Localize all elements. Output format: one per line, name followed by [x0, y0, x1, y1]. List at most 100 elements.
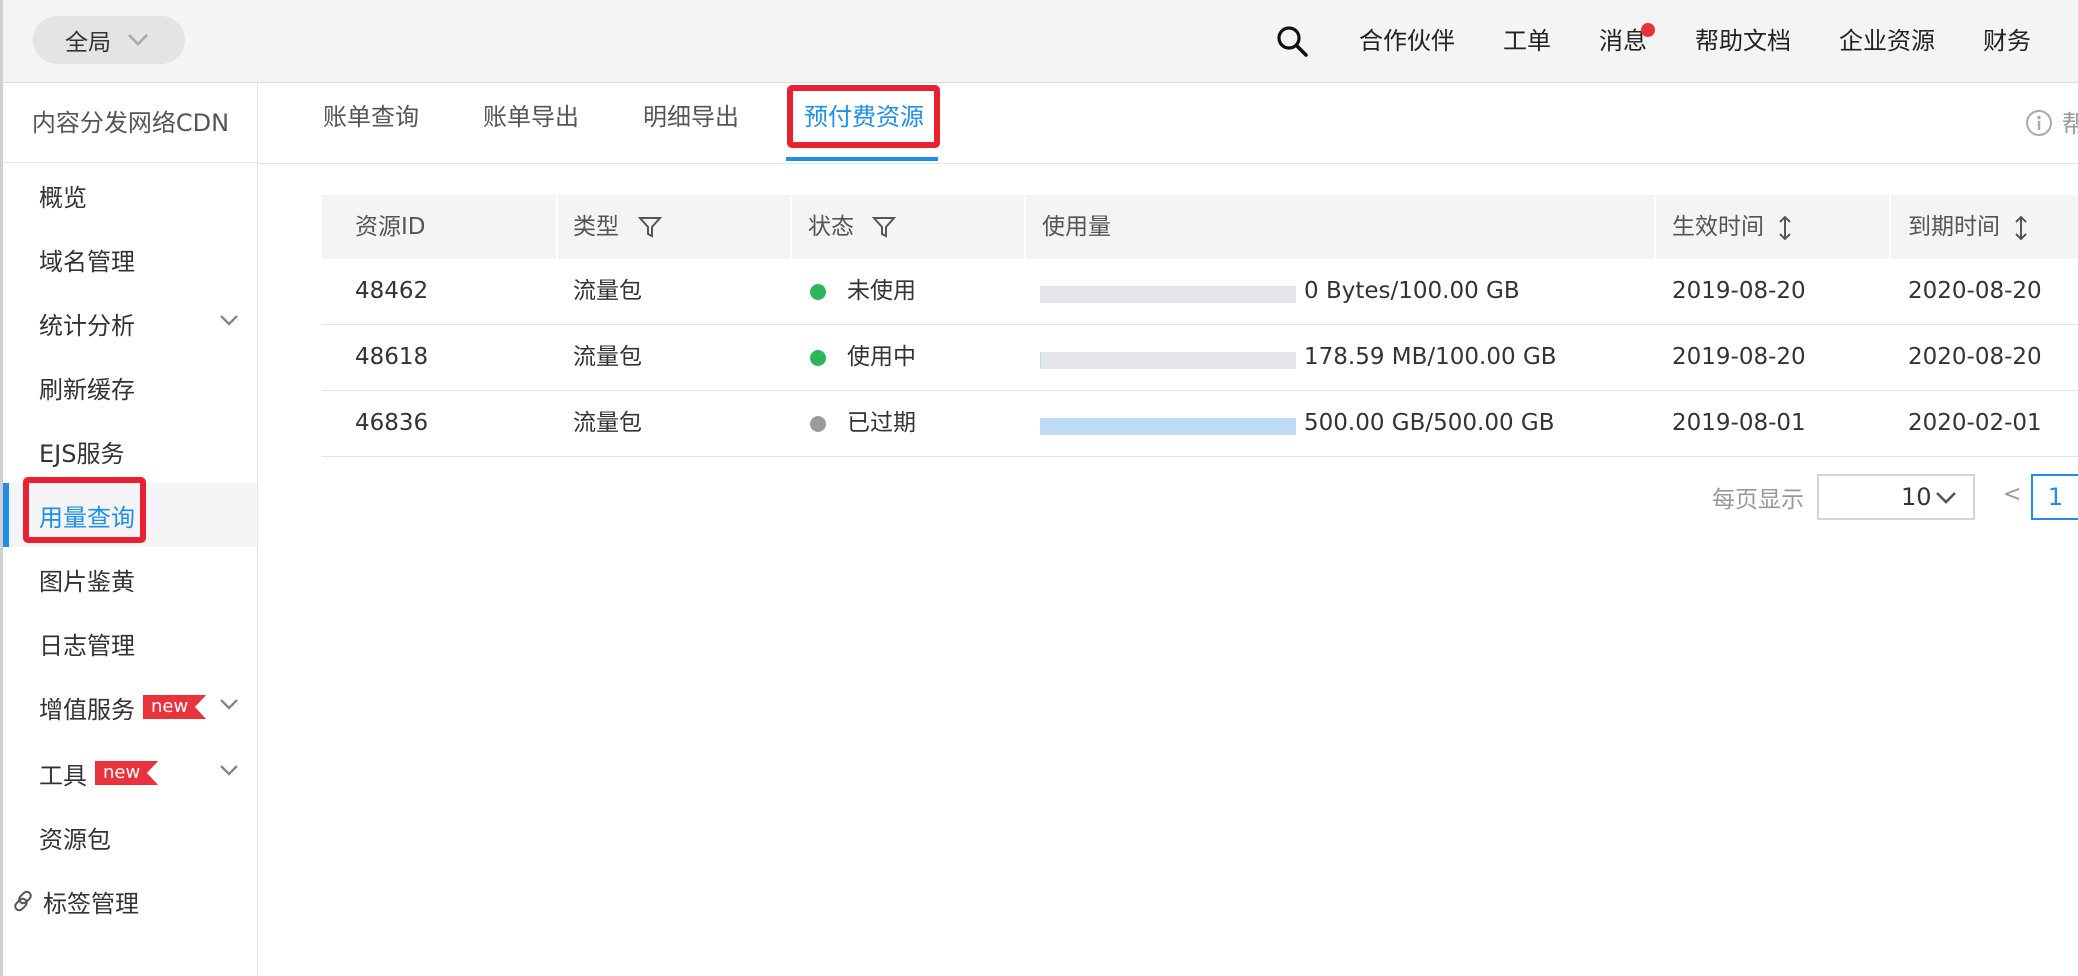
new-badge: new	[143, 695, 207, 719]
info-icon[interactable]	[2025, 109, 2053, 137]
column-header-status: 状态	[808, 214, 854, 240]
sidebar-item-label: 增值服务	[39, 695, 135, 724]
sidebar-item-value-added-services[interactable]: 增值服务 new	[3, 675, 257, 739]
tab-bill-query[interactable]: 账单查询	[323, 83, 419, 163]
tab-bill-export[interactable]: 账单导出	[483, 83, 579, 163]
per-page-label: 每页显示	[1712, 487, 1804, 513]
sort-icon[interactable]	[1778, 215, 1792, 241]
table-row: 48462 流量包 未使用 0 Bytes/100.00 GB 2019-08-…	[322, 259, 2078, 325]
per-page-select[interactable]: 10	[1817, 474, 1975, 520]
chevron-down-icon	[128, 34, 148, 46]
sidebar-item-refresh-cache[interactable]: 刷新缓存	[3, 355, 257, 419]
cell-start-time: 2019-08-01	[1672, 410, 1806, 436]
sidebar-item-ejs-service[interactable]: EJS服务	[3, 419, 257, 483]
nav-help-docs[interactable]: 帮助文档	[1695, 0, 1791, 83]
sort-icon[interactable]	[2014, 215, 2028, 241]
nav-tickets[interactable]: 工单	[1503, 0, 1551, 83]
chevron-down-icon	[220, 699, 238, 710]
cell-type: 流量包	[573, 278, 642, 304]
column-separator	[556, 195, 558, 259]
nav-partners[interactable]: 合作伙伴	[1359, 0, 1455, 83]
sidebar-item-tools[interactable]: 工具 new	[3, 741, 257, 805]
cell-status: 未使用	[847, 278, 916, 304]
cell-usage: 0 Bytes/100.00 GB	[1304, 278, 1520, 304]
sidebar-item-label: 图片鉴黄	[39, 567, 135, 596]
table-row: 48618 流量包 使用中 178.59 MB/100.00 GB 2019-0…	[322, 325, 2078, 391]
sidebar-item-label: 统计分析	[39, 311, 135, 340]
column-separator	[790, 195, 792, 259]
cell-start-time: 2019-08-20	[1672, 278, 1806, 304]
cell-type: 流量包	[573, 344, 642, 370]
sidebar-item-label: 资源包	[39, 825, 111, 854]
column-header-usage: 使用量	[1042, 214, 1111, 240]
column-separator	[1654, 195, 1656, 259]
cell-type: 流量包	[573, 410, 642, 436]
nav-finance[interactable]: 财务	[1983, 0, 2031, 83]
sidebar-item-label: 日志管理	[39, 631, 135, 660]
cell-usage: 178.59 MB/100.00 GB	[1304, 344, 1557, 370]
chevron-down-icon	[1936, 492, 1956, 504]
per-page-value: 10	[1901, 483, 1932, 511]
scope-selector[interactable]: 全局	[33, 16, 185, 64]
new-badge: new	[95, 761, 159, 785]
cell-resource-id: 46836	[355, 410, 429, 436]
cell-resource-id: 48462	[355, 278, 429, 304]
status-dot	[810, 416, 826, 432]
sidebar-item-label: 域名管理	[39, 247, 135, 276]
sidebar-item-log-management[interactable]: 日志管理	[3, 611, 257, 675]
cell-status: 使用中	[847, 344, 916, 370]
top-navigation-bar: 全局 合作伙伴 工单 消息 帮助文档 企业资源 财务	[0, 0, 2078, 83]
column-header-end-time: 到期时间	[1908, 214, 2000, 240]
sidebar-item-domain-management[interactable]: 域名管理	[3, 227, 257, 291]
help-link[interactable]: 帮	[2062, 104, 2078, 139]
cell-end-time: 2020-08-20	[1908, 344, 2042, 370]
tab-prepaid-resources[interactable]: 预付费资源	[804, 83, 924, 163]
tab-detail-export[interactable]: 明细导出	[643, 83, 739, 163]
cell-resource-id: 48618	[355, 344, 429, 370]
column-header-resource-id: 资源ID	[355, 214, 426, 240]
sidebar-item-label: 标签管理	[43, 889, 139, 918]
scope-label: 全局	[65, 30, 111, 56]
chevron-down-icon	[220, 315, 238, 326]
tab-bar: 账单查询 账单导出 明细导出 预付费资源	[258, 83, 2078, 164]
column-separator	[1889, 195, 1891, 259]
sidebar-item-label: 工具	[39, 761, 87, 790]
cell-end-time: 2020-08-20	[1908, 278, 2042, 304]
status-dot	[810, 350, 826, 366]
sidebar-item-resource-packages[interactable]: 资源包	[3, 805, 257, 869]
sidebar-item-usage-query[interactable]: 用量查询	[3, 483, 257, 547]
window-edge	[0, 0, 3, 976]
sidebar-item-label: EJS服务	[39, 439, 125, 468]
usage-bar	[1040, 352, 1296, 369]
sidebar-item-image-moderation[interactable]: 图片鉴黄	[3, 547, 257, 611]
cell-start-time: 2019-08-20	[1672, 344, 1806, 370]
active-indicator	[3, 483, 9, 547]
sidebar-item-statistics[interactable]: 统计分析	[3, 291, 257, 355]
filter-icon[interactable]	[872, 215, 896, 239]
sidebar-item-overview[interactable]: 概览	[3, 163, 257, 227]
cell-end-time: 2020-02-01	[1908, 410, 2042, 436]
notification-dot	[1641, 23, 1655, 37]
nav-enterprise-resources[interactable]: 企业资源	[1839, 0, 1935, 83]
active-tab-underline	[786, 157, 938, 161]
table-header: 资源ID 类型 状态 使用量 生效时间 到期时间	[322, 195, 2078, 259]
sidebar: 内容分发网络CDN 概览 域名管理 统计分析 刷新缓存 EJS服务 用量查询 图…	[3, 83, 258, 976]
status-dot	[810, 284, 826, 300]
cell-status: 已过期	[847, 410, 916, 436]
filter-icon[interactable]	[638, 215, 662, 239]
usage-bar	[1040, 286, 1296, 303]
link-icon	[14, 890, 32, 912]
prev-page-button[interactable]: <	[2003, 482, 2021, 507]
table-row: 46836 流量包 已过期 500.00 GB/500.00 GB 2019-0…	[322, 391, 2078, 457]
sidebar-item-label: 用量查询	[39, 503, 135, 532]
cell-usage: 500.00 GB/500.00 GB	[1304, 410, 1555, 436]
page-number-button[interactable]: 1	[2031, 474, 2078, 520]
sidebar-item-tag-management[interactable]: 标签管理	[3, 869, 257, 933]
nav-messages[interactable]: 消息	[1599, 0, 1647, 83]
sidebar-title: 内容分发网络CDN	[3, 83, 258, 163]
column-header-type: 类型	[573, 214, 619, 240]
search-icon[interactable]	[1275, 24, 1309, 58]
sidebar-item-label: 概览	[39, 183, 87, 212]
usage-bar	[1040, 418, 1296, 435]
column-header-start-time: 生效时间	[1672, 214, 1764, 240]
